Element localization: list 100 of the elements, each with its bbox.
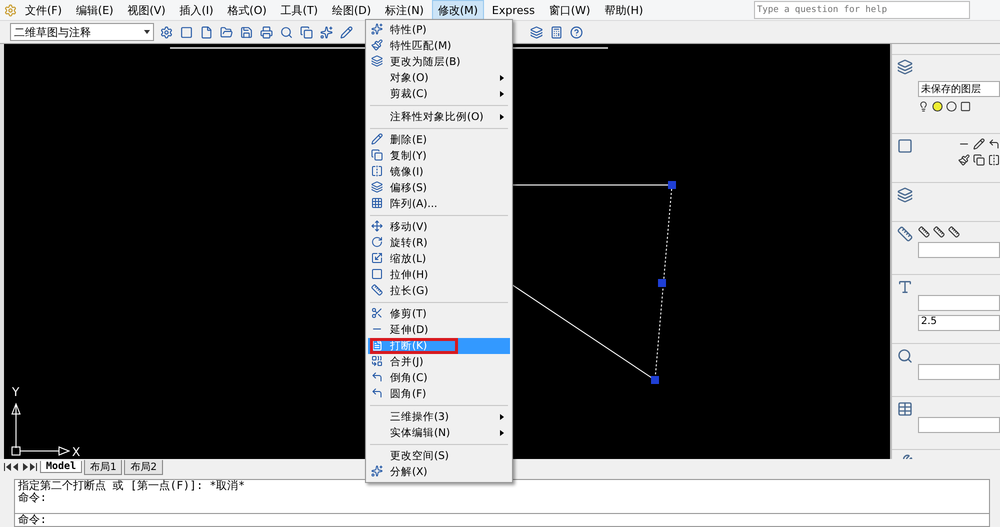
menu-item[interactable]: 视图(V)	[121, 0, 172, 20]
ruler-icon[interactable]	[918, 226, 930, 238]
help-search-field[interactable]: Type a question for help	[754, 1, 970, 19]
command-prompt: 命令:	[15, 513, 989, 526]
menu-option-icon	[371, 355, 383, 367]
tab-navigation-arrows-icon[interactable]	[4, 462, 38, 472]
menu-option[interactable]: 拉伸(H)	[368, 267, 510, 283]
square-icon[interactable]	[960, 101, 971, 112]
menu-option[interactable]: 三维操作(3)	[368, 409, 510, 425]
lightbulb-icon[interactable]	[918, 101, 929, 112]
menu-option-icon	[371, 339, 383, 351]
toolbar-icon[interactable]	[298, 24, 314, 40]
mirror-icon[interactable]	[988, 154, 1000, 166]
menu-item[interactable]: Express	[486, 0, 541, 20]
menu-option-icon	[371, 371, 383, 383]
ruler-icon[interactable]	[948, 226, 960, 238]
menu-item[interactable]: 修改(M)	[432, 0, 484, 20]
property-field[interactable]	[918, 417, 1000, 433]
menu-option[interactable]: 阵列(A)...	[368, 196, 510, 212]
menu-option[interactable]: 删除(E)	[368, 132, 510, 148]
copy-icon[interactable]	[973, 154, 985, 166]
menu-option[interactable]: 镜像(I)	[368, 164, 510, 180]
toolbar-icon[interactable]	[178, 24, 194, 40]
menu-option[interactable]: 缩放(L)	[368, 251, 510, 267]
menu-option[interactable]: 拉长(G)	[368, 283, 510, 299]
layout-tab[interactable]: 布局1	[84, 460, 122, 474]
menu-option[interactable]: 更改空间(S)	[368, 448, 510, 464]
menu-option[interactable]: 偏移(S)	[368, 180, 510, 196]
toolbar-icon[interactable]	[528, 24, 544, 40]
menu-option-icon	[371, 55, 383, 67]
workspace-dropdown[interactable]: 二维草图与注释	[10, 23, 154, 41]
table-icon	[897, 401, 913, 417]
menu-option-icon	[371, 149, 383, 161]
command-history-line: 指定第二个打断点 或 [第一点(F)]: *取消*	[17, 480, 246, 492]
draw-panel-icon	[897, 138, 913, 154]
property-field[interactable]	[918, 242, 1000, 258]
menu-item[interactable]: 文件(F)	[19, 0, 68, 20]
menu-option-icon	[371, 465, 383, 477]
toolbar-icon[interactable]	[318, 24, 334, 40]
menu-option[interactable]: 倒角(C)	[368, 370, 510, 386]
menu-option-icon	[371, 268, 383, 280]
menu-option[interactable]: 分解(X)	[368, 464, 510, 480]
circle-icon[interactable]	[946, 101, 957, 112]
dimension-icon	[897, 226, 913, 242]
command-history-line: 命令:	[17, 492, 48, 504]
axis-label: X	[72, 445, 80, 459]
menu-item[interactable]: 帮助(H)	[598, 0, 650, 20]
menu-option-icon	[371, 197, 383, 209]
property-field[interactable]	[918, 364, 1000, 380]
menu-option[interactable]: 特性(P)	[368, 22, 510, 38]
menu-item[interactable]: 编辑(E)	[70, 0, 120, 20]
menu-option-icon	[371, 307, 383, 319]
layout-tab[interactable]: Model	[40, 461, 82, 473]
menu-item[interactable]: 工具(T)	[274, 0, 324, 20]
axis-label: Y	[12, 385, 20, 399]
arc-icon[interactable]	[988, 138, 1000, 150]
toolbar-icon[interactable]	[238, 24, 254, 40]
menu-option[interactable]: 修剪(T)	[368, 306, 510, 322]
menu-option[interactable]: 合并(J)	[368, 354, 510, 370]
stack-icon	[897, 187, 913, 203]
toolbar-icon[interactable]	[278, 24, 294, 40]
menu-option[interactable]: 旋转(R)	[368, 235, 510, 251]
pencil-icon[interactable]	[973, 138, 985, 150]
menu-option[interactable]: 更改为随层(B)	[368, 54, 510, 70]
menu-option[interactable]: 实体编辑(N)	[368, 425, 510, 441]
menu-option[interactable]: 对象(O)	[368, 70, 510, 86]
menu-option-icon	[371, 23, 383, 35]
menu-option-icon	[371, 236, 383, 248]
toolbar-icon[interactable]	[258, 24, 274, 40]
ruler-icon[interactable]	[933, 226, 945, 238]
menu-item[interactable]: 标注(N)	[379, 0, 430, 20]
menu-item[interactable]: 插入(I)	[174, 0, 220, 20]
property-field[interactable]	[918, 295, 1000, 311]
menu-option-icon	[371, 387, 383, 399]
property-field[interactable]: 2.5	[918, 315, 1000, 331]
app-icon	[4, 4, 17, 16]
menu-option[interactable]: 剪裁(C)	[368, 86, 510, 102]
toolbar-icon[interactable]	[338, 24, 354, 40]
menu-option[interactable]: 延伸(D)	[368, 322, 510, 338]
menu-option[interactable]: 复制(Y)	[368, 148, 510, 164]
toolbar-icon[interactable]	[218, 24, 234, 40]
menu-option[interactable]: 特性匹配(M)	[368, 38, 510, 54]
toolbar-icon[interactable]	[568, 24, 584, 40]
menu-option[interactable]: 圆角(F)	[368, 386, 510, 402]
layout-tab[interactable]: 布局2	[124, 460, 163, 474]
caret-icon	[144, 30, 150, 34]
menu-option-icon	[371, 252, 383, 264]
menu-item[interactable]: 绘图(D)	[326, 0, 378, 20]
brush-icon[interactable]	[958, 154, 970, 166]
menu-option-icon	[371, 39, 383, 51]
toolbar-icon[interactable]	[158, 24, 174, 40]
menu-option-icon	[371, 133, 383, 145]
menu-option[interactable]: 注释性对象比例(O)	[368, 109, 510, 125]
menu-item[interactable]: 格式(O)	[221, 0, 273, 20]
menu-option[interactable]: 移动(V)	[368, 219, 510, 235]
ucs-icon	[11, 402, 70, 456]
menu-item[interactable]: 窗口(W)	[542, 0, 596, 20]
text-icon	[897, 279, 913, 295]
menu-option-icon	[371, 165, 383, 177]
layer-state-field[interactable]: 未保存的图层	[918, 81, 1000, 97]
